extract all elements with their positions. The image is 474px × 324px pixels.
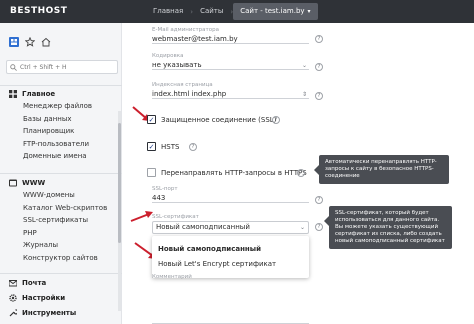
ssl-cert-select[interactable]: Новый самоподписанный ⌄ <box>152 221 309 234</box>
breadcrumb-current-label: Сайт - test.iam.by <box>240 7 305 15</box>
chevron-down-icon: ⌄ <box>299 224 305 231</box>
nav-head-settings[interactable]: Настройки <box>0 292 122 304</box>
help-icon[interactable]: ? <box>297 169 305 177</box>
index-page-label: Индексная страница <box>152 82 213 88</box>
redirect-checkbox-label: Перенаправлять HTTP-запросы в HTTPS <box>161 168 307 177</box>
nav-group-main: Главное Менеджер файлов Базы данных План… <box>0 88 122 163</box>
ssl-port-label: SSL-порт <box>152 186 178 192</box>
chevron-down-icon: ⌄ <box>301 62 307 69</box>
grid-icon <box>9 90 17 98</box>
help-icon[interactable]: ? <box>315 35 323 43</box>
nav-head-tools[interactable]: Инструменты <box>0 307 122 319</box>
hsts-checkbox[interactable]: ✓ <box>147 142 156 151</box>
ssl-checkbox[interactable]: ✓ <box>147 115 156 124</box>
sidebar: Главное Менеджер файлов Базы данных План… <box>0 23 122 324</box>
top-bar: BESTHOST Главная › Сайты › Сайт - test.i… <box>0 0 474 23</box>
email-field[interactable]: E-Mail администратора webmaster@test.iam… <box>152 27 309 44</box>
sidebar-item-logs[interactable]: Журналы <box>0 239 122 252</box>
dropdown-option-letsencrypt[interactable]: Новый Let's Encrypt сертификат <box>152 257 309 272</box>
encoding-value[interactable]: не указывать ⌄ <box>152 60 309 70</box>
tooltip-cert: SSL-сертификат, который будет использова… <box>324 206 452 249</box>
divider <box>0 85 122 86</box>
divider <box>0 173 122 174</box>
sidebar-item-ftp-users[interactable]: FTP-пользователи <box>0 138 122 151</box>
logo[interactable]: BESTHOST <box>10 6 67 16</box>
nav-head-label: Инструменты <box>22 309 77 317</box>
star-icon[interactable] <box>25 37 35 47</box>
sidebar-item-domains[interactable]: Доменные имена <box>0 150 122 163</box>
redirect-checkbox[interactable] <box>147 168 156 177</box>
encoding-select[interactable]: Кодировка не указывать ⌄ <box>152 53 309 70</box>
email-value[interactable]: webmaster@test.iam.by <box>152 34 309 44</box>
index-page-value-text: index.html index.php <box>152 90 227 98</box>
nav-head-label: WWW <box>22 179 46 187</box>
wrench-icon <box>9 309 17 317</box>
help-icon[interactable]: ? <box>315 196 323 204</box>
layout-icon[interactable] <box>9 37 19 47</box>
ssl-checkbox-row[interactable]: ✓ Защищенное соединение (SSL) <box>147 115 276 124</box>
sidebar-scroll-thumb[interactable] <box>118 123 121 243</box>
chevron-down-icon: ▾ <box>307 8 311 15</box>
ssl-port-field[interactable]: SSL-порт 443 <box>152 186 309 203</box>
encoding-label: Кодировка <box>152 53 184 59</box>
help-icon[interactable]: ? <box>315 223 323 231</box>
sidebar-item-file-manager[interactable]: Менеджер файлов <box>0 100 122 113</box>
nav-head-mail[interactable]: Почта <box>0 277 122 289</box>
email-label: E-Mail администратора <box>152 27 219 33</box>
sidebar-item-php[interactable]: PHP <box>0 227 122 240</box>
help-icon[interactable]: ? <box>315 92 323 100</box>
breadcrumb-sites[interactable]: Сайты <box>193 3 230 20</box>
main-form: E-Mail администратора webmaster@test.iam… <box>123 23 474 324</box>
ssl-cert-value: Новый самоподписанный <box>156 223 250 231</box>
nav-group-bottom: Почта Настройки Инструменты <box>0 277 122 319</box>
index-page-field[interactable]: Индексная страница index.html index.php … <box>152 82 309 99</box>
sidebar-item-site-builder[interactable]: Конструктор сайтов <box>0 252 122 265</box>
divider <box>0 273 122 274</box>
ssl-cert-dropdown: Новый самоподписанный Новый Let's Encryp… <box>152 236 309 278</box>
breadcrumb: Главная › Сайты › Сайт - test.iam.by ▾ <box>146 3 318 20</box>
breadcrumb-home[interactable]: Главная <box>146 3 190 20</box>
nav-head-label: Почта <box>22 279 47 287</box>
nav-head-main[interactable]: Главное <box>0 88 122 100</box>
hsts-checkbox-label: HSTS <box>161 142 180 151</box>
nav-group-www: WWW WWW-домены Каталог Web-скриптов SSL-… <box>0 177 122 264</box>
nav-head-label: Настройки <box>22 294 66 302</box>
comment-label: Комментарий <box>152 274 192 280</box>
help-icon[interactable]: ? <box>189 143 197 151</box>
sidebar-item-ssl-certificates[interactable]: SSL-сертификаты <box>0 214 122 227</box>
globe-icon <box>9 179 17 187</box>
comment-field[interactable] <box>152 281 309 324</box>
expand-icon[interactable]: ⇕ <box>302 90 307 100</box>
help-icon[interactable]: ? <box>315 63 323 71</box>
sidebar-item-web-scripts[interactable]: Каталог Web-скриптов <box>0 202 122 215</box>
dropdown-option-self-signed[interactable]: Новый самоподписанный <box>152 242 309 257</box>
redirect-checkbox-row[interactable]: Перенаправлять HTTP-запросы в HTTPS <box>147 168 307 177</box>
hsts-checkbox-row[interactable]: ✓ HSTS <box>147 142 179 151</box>
gear-icon <box>9 294 17 302</box>
sidebar-item-databases[interactable]: Базы данных <box>0 113 122 126</box>
help-icon[interactable]: ? <box>272 116 280 124</box>
mail-icon <box>9 280 17 287</box>
sidebar-item-scheduler[interactable]: Планировщик <box>0 125 122 138</box>
encoding-value-text: не указывать <box>152 61 202 69</box>
search-icon <box>10 63 17 71</box>
tooltip-redirect: Автоматически перенаправлять HTTP-запрос… <box>314 155 449 184</box>
breadcrumb-current[interactable]: Сайт - test.iam.by ▾ <box>233 3 318 20</box>
sidebar-item-www-domains[interactable]: WWW-домены <box>0 189 122 202</box>
ssl-checkbox-label: Защищенное соединение (SSL) <box>161 115 277 124</box>
index-page-value[interactable]: index.html index.php ⇕ <box>152 89 309 99</box>
nav-head-label: Главное <box>22 90 56 98</box>
ssl-port-value[interactable]: 443 <box>152 193 309 203</box>
sidebar-search[interactable] <box>6 60 118 74</box>
nav-head-www[interactable]: WWW <box>0 177 122 189</box>
ssl-cert-label: SSL-сертификат <box>152 214 199 220</box>
search-input[interactable] <box>20 63 115 71</box>
home-icon[interactable] <box>41 37 51 47</box>
sidebar-toolbar <box>9 37 51 47</box>
